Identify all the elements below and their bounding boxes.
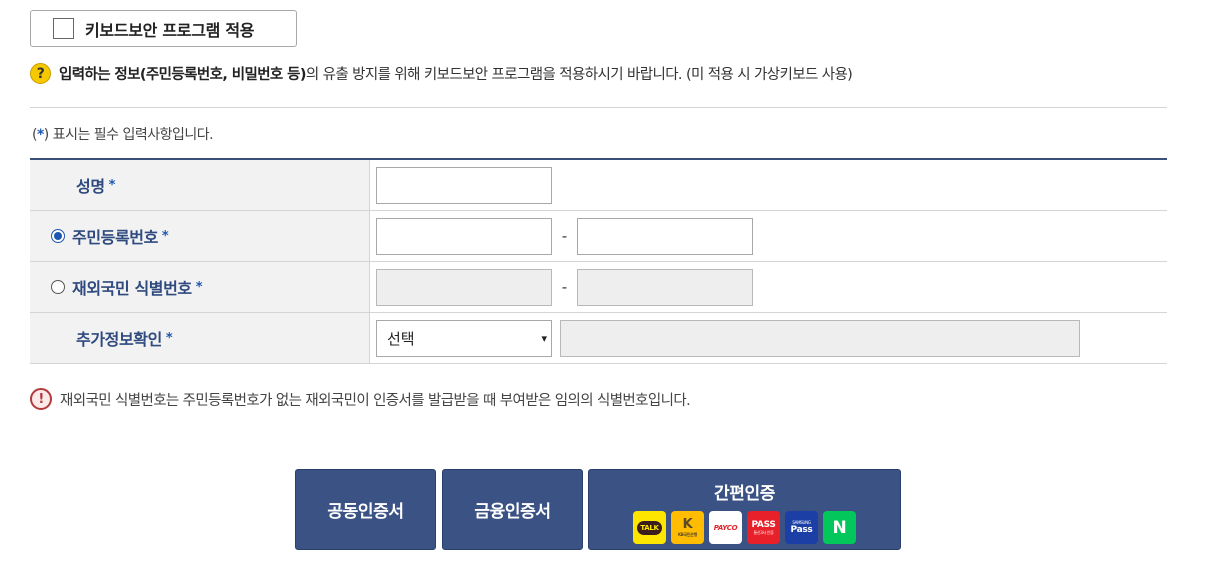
- warning-icon: !: [30, 388, 52, 410]
- form-row-additional-info: 추가정보확인 * 선택 ▾: [30, 313, 1167, 364]
- notice-emphasis: 입력하는 정보(주민등록번호, 비밀번호 등): [59, 67, 306, 83]
- row-cell: -: [370, 211, 1167, 261]
- simple-auth-providers: TALK K KB국민은행 PAYCO PASS 통신3사 인증 SAMSUNG Pa…: [633, 511, 856, 544]
- identity-form-table: 성명 * 주민등록번호 * - 재외국민 식별번호 * - 추가정보확인 * 선…: [30, 158, 1167, 364]
- required-star-icon: *: [195, 279, 203, 295]
- simple-auth-title: 간편인증: [714, 484, 775, 504]
- additional-info-select[interactable]: 선택 ▾: [376, 319, 552, 357]
- samsung-pass-text: Pass: [790, 525, 813, 535]
- required-star-icon: *: [108, 177, 116, 193]
- notice-text: 의 유출 방지를 위해 키보드보안 프로그램을 적용하시기 바랍니다. (미 적…: [305, 67, 853, 83]
- payco-icon[interactable]: PAYCO: [709, 511, 742, 544]
- resident-number-front-input[interactable]: [376, 217, 552, 255]
- pass-text: PASS: [751, 519, 776, 530]
- name-input[interactable]: [376, 166, 552, 204]
- naver-text: N: [832, 517, 847, 538]
- help-icon: ?: [30, 63, 51, 84]
- name-label: 성명: [76, 177, 105, 196]
- row-header: 추가정보확인 *: [30, 313, 370, 363]
- form-row-resident-number: 주민등록번호 * -: [30, 211, 1167, 262]
- row-header: 주민등록번호 *: [30, 211, 370, 261]
- row-cell: 선택 ▾: [370, 313, 1167, 363]
- financial-certificate-button[interactable]: 금융인증서: [442, 469, 583, 550]
- select-value: 선택: [387, 329, 415, 348]
- overseas-id-label[interactable]: 재외국민 식별번호: [72, 275, 192, 299]
- resident-number-radio[interactable]: [51, 229, 65, 243]
- overseas-id-back-input: [577, 268, 753, 306]
- form-row-overseas-id: 재외국민 식별번호 * -: [30, 262, 1167, 313]
- row-cell: [370, 160, 1167, 210]
- joint-certificate-button[interactable]: 공동인증서: [295, 469, 436, 550]
- naver-icon[interactable]: N: [823, 511, 856, 544]
- keyboard-security-checkbox[interactable]: [53, 18, 74, 39]
- additional-info-input: [560, 319, 1080, 357]
- keyboard-security-notice: ? 입력하는 정보(주민등록번호, 비밀번호 등) 의 유출 방지를 위해 키보…: [30, 63, 853, 84]
- kb-icon[interactable]: K KB국민은행: [671, 511, 704, 544]
- form-row-name: 성명 *: [30, 160, 1167, 211]
- required-star-icon: *: [36, 127, 44, 143]
- dash-separator: -: [561, 227, 568, 245]
- row-header: 재외국민 식별번호 *: [30, 262, 370, 312]
- resident-number-label[interactable]: 주민등록번호: [72, 224, 158, 248]
- resident-number-back-input[interactable]: [577, 217, 753, 255]
- kakaotalk-icon[interactable]: TALK: [633, 511, 666, 544]
- overseas-id-front-input: [376, 268, 552, 306]
- warning-text: 재외국민 식별번호는 주민등록번호가 없는 재외국민이 인증서를 발급받을 때 …: [60, 392, 691, 409]
- required-note: (*) 표시는 필수 입력사항입니다.: [32, 124, 214, 144]
- keyboard-security-toggle[interactable]: 키보드보안 프로그램 적용: [30, 10, 297, 47]
- additional-info-label: 추가정보확인: [76, 330, 162, 349]
- overseas-id-radio[interactable]: [51, 280, 65, 294]
- divider: [30, 107, 1167, 108]
- required-star-icon: *: [161, 228, 169, 244]
- kb-text: K: [682, 517, 693, 532]
- row-header: 성명 *: [30, 160, 370, 210]
- overseas-id-warning: ! 재외국민 식별번호는 주민등록번호가 없는 재외국민이 인증서를 발급받을 …: [30, 388, 691, 410]
- pass-subtext: 통신3사 인증: [753, 529, 774, 535]
- keyboard-security-label: 키보드보안 프로그램 적용: [85, 20, 255, 40]
- kb-subtext: KB국민은행: [677, 532, 698, 537]
- simple-auth-button[interactable]: 간편인증 TALK K KB국민은행 PAYCO PASS 통신3사 인증 SAMS…: [588, 469, 901, 550]
- required-note-text: ) 표시는 필수 입력사항입니다.: [43, 127, 214, 143]
- required-star-icon: *: [165, 330, 173, 346]
- chevron-down-icon: ▾: [541, 331, 547, 345]
- payco-text: PAYCO: [713, 523, 738, 532]
- kakaotalk-text: TALK: [637, 520, 662, 535]
- row-cell: -: [370, 262, 1167, 312]
- dash-separator: -: [561, 278, 568, 296]
- samsung-pass-icon[interactable]: SAMSUNG Pass: [785, 511, 818, 544]
- pass-icon[interactable]: PASS 통신3사 인증: [747, 511, 780, 544]
